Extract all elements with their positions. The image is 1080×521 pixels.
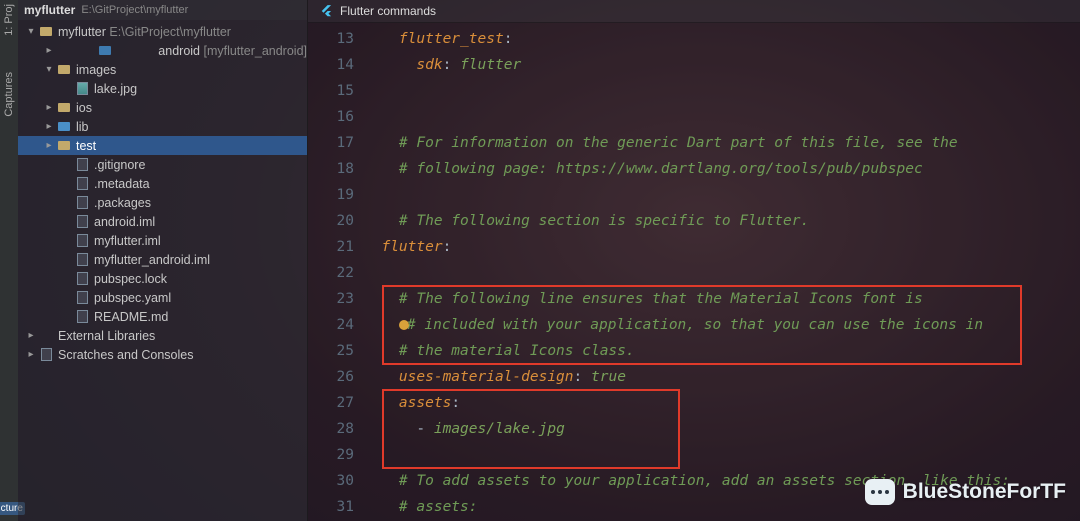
tool-tab-captures[interactable]: Captures <box>3 72 15 117</box>
file-pubspec-yaml[interactable]: pubspec.yaml <box>18 288 307 307</box>
code-line-23[interactable]: # The following line ensures that the Ma… <box>364 286 1080 312</box>
folder-lib[interactable]: ▸lib <box>18 117 307 136</box>
code-line-17[interactable]: # For information on the generic Dart pa… <box>364 130 1080 156</box>
file-metadata[interactable]: .metadata <box>18 174 307 193</box>
watermark: BlueStoneForTF <box>865 479 1066 505</box>
code-line-22[interactable] <box>364 260 1080 286</box>
code-line-16[interactable] <box>364 104 1080 130</box>
editor-pane: Flutter commands 13141516171819202122232… <box>308 0 1080 521</box>
project-tree[interactable]: ▾myflutter E:\GitProject\myflutter▸andro… <box>18 20 307 521</box>
file-pubspec-lock[interactable]: pubspec.lock <box>18 269 307 288</box>
folder-android[interactable]: ▸android [myflutter_android] <box>18 41 307 60</box>
file-readme[interactable]: README.md <box>18 307 307 326</box>
file-myflutter-android-iml[interactable]: myflutter_android.iml <box>18 250 307 269</box>
watermark-text: BlueStoneForTF <box>903 480 1066 504</box>
flutter-commands-bar[interactable]: Flutter commands <box>308 0 1080 23</box>
code-line-20[interactable]: # The following section is specific to F… <box>364 208 1080 234</box>
project-path: E:\GitProject\myflutter <box>81 4 188 16</box>
project-name: myflutter <box>24 3 75 17</box>
code-line-14[interactable]: sdk: flutter <box>364 52 1080 78</box>
code-line-29[interactable] <box>364 442 1080 468</box>
file-packages[interactable]: .packages <box>18 193 307 212</box>
code-line-24[interactable]: # included with your application, so tha… <box>364 312 1080 338</box>
wechat-icon <box>865 479 895 505</box>
code-line-26[interactable]: uses-material-design: true <box>364 364 1080 390</box>
code-line-28[interactable]: - images/lake.jpg <box>364 416 1080 442</box>
scratches[interactable]: ▸Scratches and Consoles <box>18 345 307 364</box>
file-lake[interactable]: lake.jpg <box>18 79 307 98</box>
code-line-15[interactable] <box>364 78 1080 104</box>
folder-test[interactable]: ▸test <box>18 136 307 155</box>
line-gutter: 13141516171819202122232425262728293031 <box>308 23 364 521</box>
source-text[interactable]: flutter_test: sdk: flutter # For informa… <box>364 23 1080 521</box>
flutter-icon <box>320 4 334 18</box>
code-line-25[interactable]: # the material Icons class. <box>364 338 1080 364</box>
code-line-19[interactable] <box>364 182 1080 208</box>
project-panel: myflutter E:\GitProject\myflutter ▾myflu… <box>18 0 308 521</box>
project-header: myflutter E:\GitProject\myflutter <box>18 0 307 20</box>
tool-tab-project[interactable]: 1: Proj <box>3 4 15 36</box>
file-myflutter-iml[interactable]: myflutter.iml <box>18 231 307 250</box>
code-line-27[interactable]: assets: <box>364 390 1080 416</box>
folder-ios[interactable]: ▸ios <box>18 98 307 117</box>
file-android-iml[interactable]: android.iml <box>18 212 307 231</box>
external-libraries[interactable]: ▸External Libraries <box>18 326 307 345</box>
code-line-18[interactable]: # following page: https://www.dartlang.o… <box>364 156 1080 182</box>
code-line-13[interactable]: flutter_test: <box>364 26 1080 52</box>
code-area[interactable]: 13141516171819202122232425262728293031 f… <box>308 23 1080 521</box>
left-tool-strip: 1: Proj Captures ucture <box>0 0 18 521</box>
file-gitignore[interactable]: .gitignore <box>18 155 307 174</box>
code-line-21[interactable]: flutter: <box>364 234 1080 260</box>
folder-images[interactable]: ▾images <box>18 60 307 79</box>
root-folder[interactable]: ▾myflutter E:\GitProject\myflutter <box>18 22 307 41</box>
flutter-commands-label: Flutter commands <box>340 4 436 18</box>
